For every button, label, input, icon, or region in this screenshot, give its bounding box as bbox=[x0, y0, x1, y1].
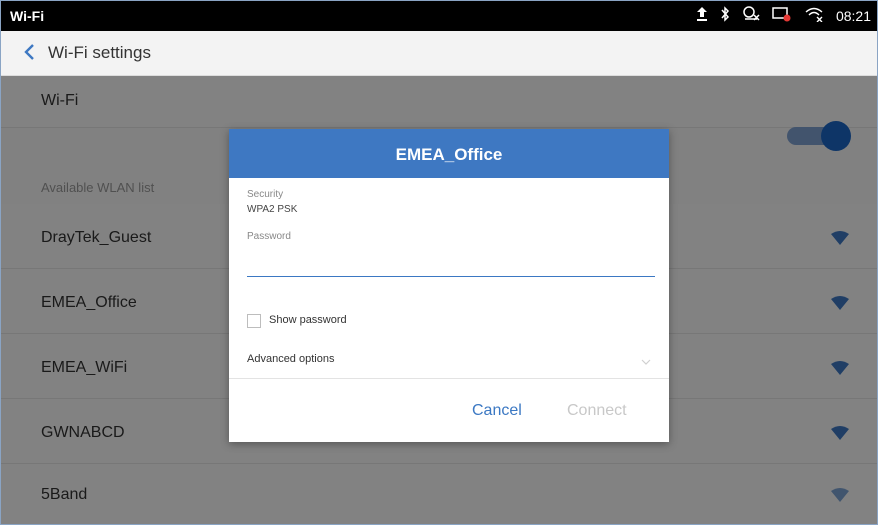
password-input[interactable] bbox=[247, 254, 655, 277]
status-bar: Wi-Fi 08:21 bbox=[1, 1, 877, 31]
show-password-label[interactable]: Show password bbox=[269, 314, 347, 326]
page-title: Wi-Fi settings bbox=[48, 43, 151, 62]
cancel-button[interactable]: Cancel bbox=[472, 402, 522, 420]
upload-icon bbox=[696, 6, 708, 25]
chevron-down-icon[interactable] bbox=[641, 353, 651, 365]
chevron-left-icon[interactable] bbox=[19, 41, 41, 63]
dialog-title: EMEA_Office bbox=[395, 145, 503, 164]
no-location-icon bbox=[742, 6, 760, 25]
connect-button[interactable]: Connect bbox=[567, 402, 627, 420]
status-icons: 08:21 bbox=[696, 6, 871, 25]
screen: Wi-Fi 08:21 Wi-Fi settings Wi-Fi Availab… bbox=[0, 0, 878, 525]
dialog-header: EMEA_Office bbox=[229, 129, 669, 178]
dialog-divider bbox=[229, 378, 669, 379]
camera-off-icon bbox=[772, 6, 792, 25]
security-value: WPA2 PSK bbox=[247, 204, 298, 215]
app-bar: Wi-Fi settings bbox=[1, 31, 877, 76]
password-label: Password bbox=[247, 231, 291, 242]
advanced-options-toggle[interactable]: Advanced options bbox=[247, 353, 334, 365]
network-dialog: EMEA_Office Security WPA2 PSK Password S… bbox=[229, 129, 669, 442]
wifi-off-icon bbox=[804, 6, 824, 25]
status-bar-title: Wi-Fi bbox=[10, 8, 45, 24]
show-password-checkbox[interactable] bbox=[247, 314, 261, 328]
security-label: Security bbox=[247, 189, 284, 200]
bluetooth-icon bbox=[720, 6, 730, 25]
status-time: 08:21 bbox=[835, 7, 871, 24]
